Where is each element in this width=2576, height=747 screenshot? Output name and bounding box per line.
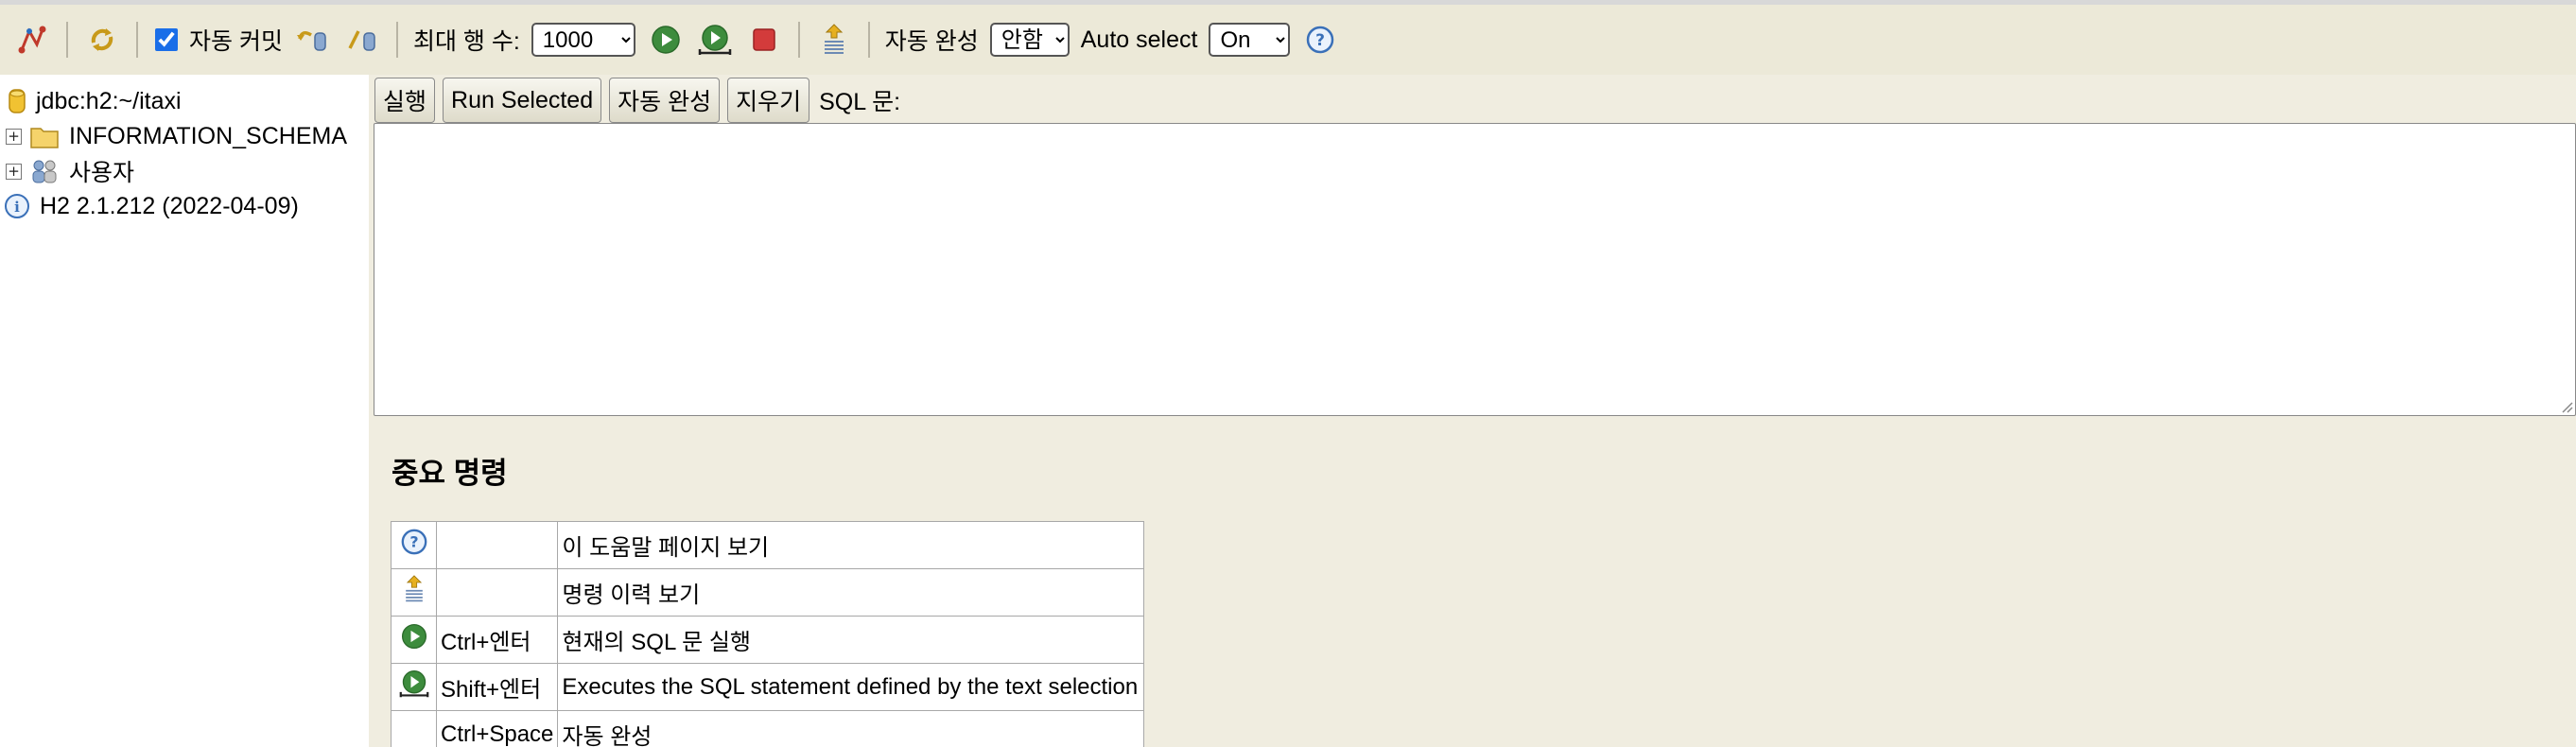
max-rows-label: 최대 행 수: bbox=[412, 28, 520, 55]
empty-icon-cell bbox=[391, 710, 437, 747]
svg-text:?: ? bbox=[1316, 31, 1326, 50]
tree-item-information-schema[interactable]: + INFORMATION_SCHEMA bbox=[6, 119, 347, 153]
commit-icon[interactable] bbox=[341, 19, 383, 61]
table-row: ? 이 도움말 페이지 보기 bbox=[391, 521, 1145, 569]
folder-icon bbox=[30, 128, 59, 148]
shortcut-cell: Shift+엔터 bbox=[435, 663, 559, 711]
svg-text:i: i bbox=[14, 199, 20, 216]
sql-statement-label: SQL 문: bbox=[819, 89, 901, 115]
history-icon bbox=[405, 575, 423, 602]
expand-icon[interactable]: + bbox=[6, 128, 22, 145]
main-panel: 실행 Run Selected 자동 완성 지우기 SQL 문: 중요 명령 ?… bbox=[369, 75, 2576, 747]
refresh-icon[interactable] bbox=[81, 19, 123, 61]
table-row: Shift+엔터 Executes the SQL statement defi… bbox=[391, 663, 1145, 711]
toolbar-separator bbox=[867, 22, 870, 58]
autocomplete-label: 자동 완성 bbox=[884, 28, 979, 55]
toolbar-separator bbox=[66, 22, 68, 58]
history-icon[interactable] bbox=[813, 19, 855, 61]
database-icon bbox=[9, 89, 26, 113]
disconnect-icon[interactable] bbox=[11, 19, 53, 61]
tree-item-label: 사용자 bbox=[69, 160, 135, 186]
object-tree: jdbc:h2:~/itaxi + INFORMATION_SCHEMA + 사… bbox=[0, 75, 369, 747]
description-cell: 명령 이력 보기 bbox=[557, 568, 1145, 617]
users-icon bbox=[32, 160, 57, 183]
toolbar-separator bbox=[797, 22, 800, 58]
description-cell: 자동 완성 bbox=[557, 710, 1145, 747]
sql-editor[interactable] bbox=[374, 123, 2576, 416]
shortcut-cell: Ctrl+엔터 bbox=[435, 616, 559, 664]
tree-connection[interactable]: jdbc:h2:~/itaxi bbox=[8, 84, 182, 118]
toolbar: 자동 커밋 최대 행 수: 1000 자동 완성 안함 Auto select … bbox=[0, 5, 2576, 75]
history-icon-cell bbox=[391, 568, 437, 617]
table-row: Ctrl+엔터 현재의 SQL 문 실행 bbox=[391, 616, 1145, 664]
run-icon-cell bbox=[391, 616, 437, 664]
max-rows-select[interactable]: 1000 bbox=[531, 23, 635, 57]
shortcut-cell bbox=[435, 521, 559, 569]
run-selected-button[interactable]: Run Selected bbox=[443, 78, 602, 123]
run-selected-icon[interactable] bbox=[694, 19, 736, 61]
svg-text:?: ? bbox=[409, 533, 418, 551]
run-selected-icon bbox=[399, 670, 428, 698]
shortcut-cell: Ctrl+Space bbox=[435, 710, 559, 747]
rollback-icon[interactable] bbox=[292, 19, 334, 61]
autoselect-select[interactable]: On bbox=[1209, 23, 1291, 57]
table-row: Ctrl+Space 자동 완성 bbox=[391, 710, 1145, 747]
description-cell: 현재의 SQL 문 실행 bbox=[557, 616, 1145, 664]
toolbar-separator bbox=[136, 22, 138, 58]
autocomplete-select[interactable]: 안함 bbox=[989, 23, 1070, 57]
autocommit-checkbox[interactable] bbox=[155, 28, 178, 51]
tree-connection-label: jdbc:h2:~/itaxi bbox=[36, 87, 182, 114]
info-icon: i bbox=[5, 194, 29, 218]
shortcut-cell bbox=[435, 568, 559, 617]
editor-button-row: 실행 Run Selected 자동 완성 지우기 SQL 문: bbox=[374, 77, 900, 124]
tree-version: i H2 2.1.212 (2022-04-09) bbox=[4, 189, 299, 223]
help-icon[interactable]: ? bbox=[1299, 19, 1341, 61]
table-row: 명령 이력 보기 bbox=[391, 568, 1145, 617]
expand-icon[interactable]: + bbox=[6, 163, 22, 180]
run-selected-icon-cell bbox=[391, 663, 437, 711]
clear-button[interactable]: 지우기 bbox=[727, 78, 810, 123]
run-icon[interactable] bbox=[645, 19, 687, 61]
tree-item-label: INFORMATION_SCHEMA bbox=[69, 122, 347, 149]
run-icon bbox=[401, 623, 426, 650]
stop-icon[interactable] bbox=[743, 19, 785, 61]
toolbar-separator bbox=[395, 22, 398, 58]
autocommit-label: 자동 커밋 bbox=[189, 28, 283, 55]
run-button[interactable]: 실행 bbox=[374, 78, 436, 123]
description-cell: Executes the SQL statement defined by th… bbox=[557, 663, 1145, 711]
autoselect-label: Auto select bbox=[1080, 26, 1198, 53]
description-cell: 이 도움말 페이지 보기 bbox=[557, 521, 1145, 569]
resize-grip-icon[interactable] bbox=[2560, 400, 2573, 413]
help-heading: 중요 명령 bbox=[392, 457, 508, 490]
help-table: ? 이 도움말 페이지 보기 명령 이력 보기 Ctrl+엔터 현재의 SQL … bbox=[391, 521, 1145, 747]
tree-version-label: H2 2.1.212 (2022-04-09) bbox=[40, 192, 299, 219]
autocomplete-button[interactable]: 자동 완성 bbox=[609, 78, 721, 123]
help-icon: ? bbox=[401, 529, 426, 555]
tree-item-users[interactable]: + 사용자 bbox=[6, 154, 134, 188]
help-icon-cell: ? bbox=[391, 521, 437, 569]
